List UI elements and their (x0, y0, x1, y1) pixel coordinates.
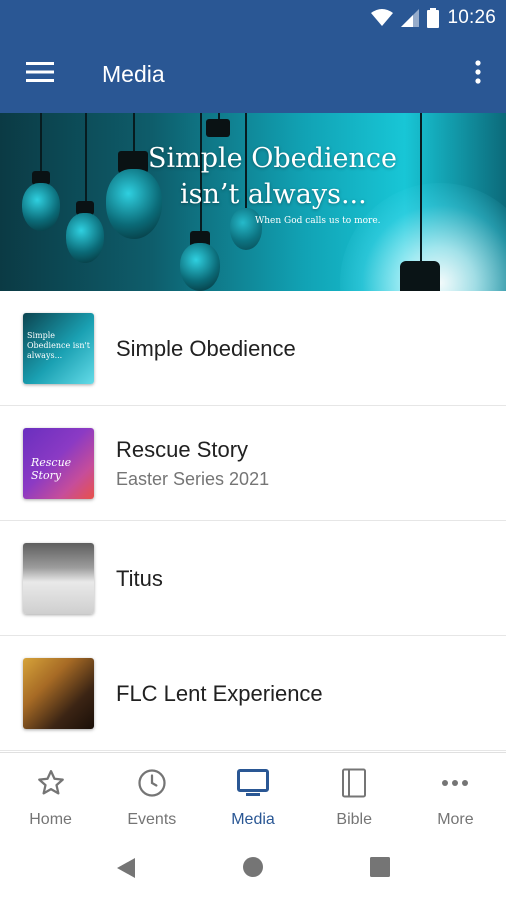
featured-banner[interactable]: Simple Obedience isn’t always... When Go… (0, 113, 506, 291)
banner-subtitle: When God calls us to more. (255, 216, 381, 226)
bulb-cap (206, 119, 230, 137)
bulb-wire (40, 113, 42, 173)
thumbnail-text: Simple Obedience isn't always... (27, 331, 90, 360)
nav-item-media[interactable]: Media (202, 753, 303, 834)
nav-item-more[interactable]: More (405, 753, 506, 834)
series-thumbnail (23, 658, 94, 729)
list-item[interactable]: Titus (0, 521, 506, 636)
media-list: Simple Obedience isn't always... Simple … (0, 291, 506, 751)
list-item[interactable]: Rescue Story Rescue Story Easter Series … (0, 406, 506, 521)
nav-label: More (437, 811, 474, 828)
bulb-decor (22, 183, 60, 231)
bulb-decor (230, 208, 262, 250)
app-bar: Media (0, 36, 506, 113)
more-vert-icon (475, 59, 481, 89)
nav-item-home[interactable]: Home (0, 753, 101, 834)
list-item-text: Titus (116, 521, 163, 636)
list-item-text: Simple Obedience (116, 291, 296, 406)
list-item-text: Rescue Story Easter Series 2021 (116, 406, 269, 521)
bulb-decor (66, 213, 104, 263)
overflow-menu-button[interactable] (466, 56, 490, 92)
list-item[interactable]: Simple Obedience isn't always... Simple … (0, 291, 506, 406)
series-thumbnail: Rescue Story (23, 428, 94, 499)
list-item-subtitle: Easter Series 2021 (116, 469, 270, 489)
nav-label: Media (231, 811, 275, 828)
menu-button[interactable] (20, 56, 60, 92)
list-item-title: Titus (116, 565, 163, 591)
clock-icon (137, 767, 167, 799)
book-icon (341, 767, 367, 799)
series-thumbnail (23, 543, 94, 614)
wifi-icon (371, 9, 394, 27)
bulb-wire (133, 113, 135, 153)
bulb-wire (85, 113, 87, 203)
list-item[interactable]: FLC Lent Experience (0, 636, 506, 751)
star-icon (36, 767, 66, 799)
back-icon[interactable] (115, 856, 137, 885)
nav-item-events[interactable]: Events (101, 753, 202, 834)
thumbnail-text: Rescue Story (31, 456, 72, 482)
nav-item-bible[interactable]: Bible (304, 753, 405, 834)
bottom-navigation: Home Events Media Bible More (0, 752, 506, 834)
bulb-decor (106, 169, 162, 239)
home-circle-icon[interactable] (242, 856, 264, 883)
page-title: Media (102, 61, 165, 87)
cell-signal-icon (401, 9, 420, 27)
list-item-text: FLC Lent Experience (116, 636, 323, 751)
list-item-title: Simple Obedience (116, 335, 296, 361)
status-icons: 10:26 (371, 0, 496, 36)
banner-title-line-2: isn’t always... (180, 179, 367, 210)
nav-label: Events (127, 811, 177, 828)
more-horiz-icon (441, 767, 469, 799)
banner-title: Simple Obedience (148, 143, 397, 174)
list-item-title: Rescue Story (116, 437, 249, 462)
recents-square-icon[interactable] (369, 856, 391, 883)
battery-icon (427, 8, 440, 28)
bulb-wire (420, 113, 422, 263)
series-thumbnail: Simple Obedience isn't always... (23, 313, 94, 384)
hamburger-menu-icon (26, 61, 54, 87)
status-time: 10:26 (447, 7, 496, 28)
system-navigation-bar (0, 834, 506, 900)
bulb-cap (400, 261, 440, 291)
status-bar: 10:26 (0, 0, 506, 36)
bulb-decor (180, 243, 220, 291)
list-item-title: FLC Lent Experience (116, 680, 323, 706)
tv-icon (237, 767, 269, 799)
nav-label: Home (29, 811, 72, 828)
nav-label: Bible (336, 811, 372, 828)
